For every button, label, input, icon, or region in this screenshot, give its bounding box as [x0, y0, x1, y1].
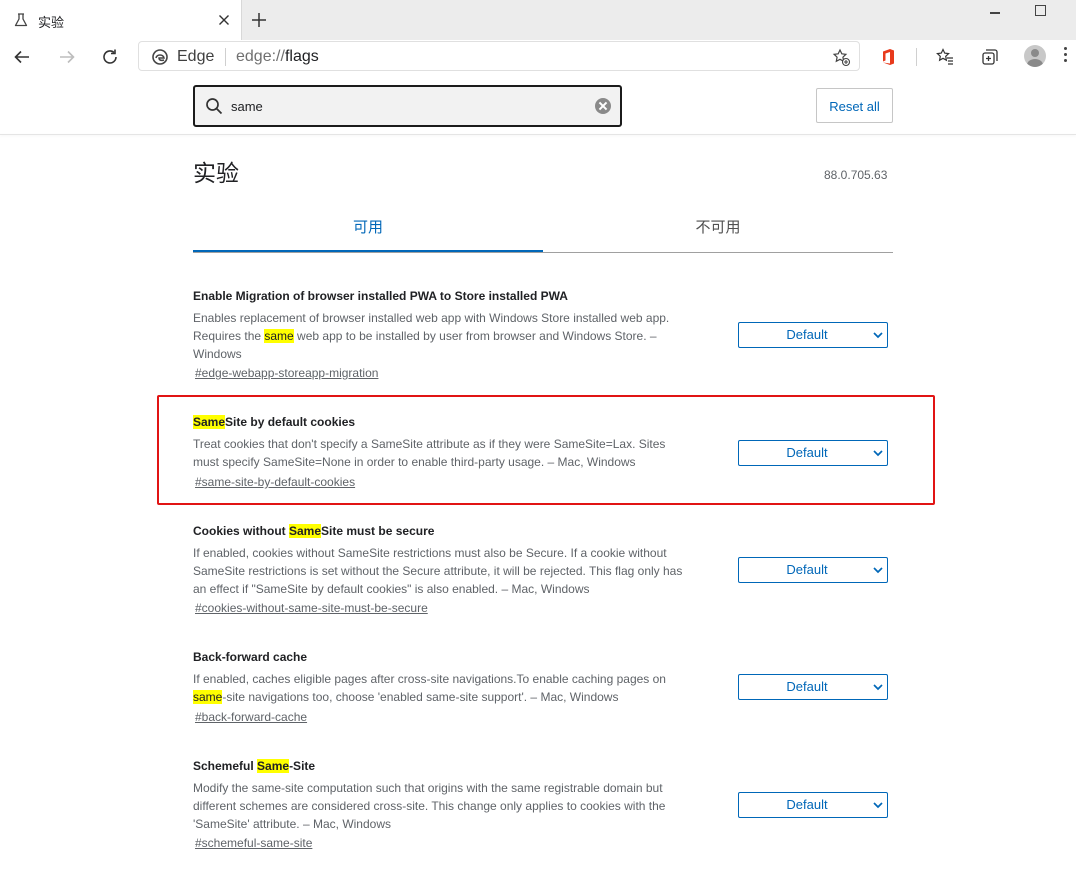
flag-description: Modify the same-site computation such th… [193, 781, 666, 831]
select-value: Default [786, 562, 828, 577]
flag-anchor-link[interactable]: #cookies-without-same-site-must-be-secur… [195, 601, 428, 615]
chevron-down-icon [873, 567, 883, 574]
address-bar[interactable]: Edge edge://flags [138, 41, 860, 71]
url-scheme: edge:// [236, 48, 285, 65]
page-title: 实验 [193, 160, 239, 186]
omnibox-separator [225, 48, 226, 66]
chevron-down-icon [873, 332, 883, 339]
flag-state-select[interactable]: Default [738, 322, 888, 348]
select-value: Default [786, 327, 828, 342]
flag-description: Enables replacement of browser installed… [193, 311, 670, 361]
reset-all-button[interactable]: Reset all [816, 88, 893, 123]
active-tab-indicator [193, 250, 543, 252]
tab-unavailable[interactable]: 不可用 [543, 210, 893, 250]
header-divider [0, 134, 1076, 135]
collections-icon[interactable] [980, 47, 1000, 67]
edge-logo-icon [152, 49, 168, 65]
flag-anchor-link[interactable]: #edge-webapp-storeapp-migration [195, 366, 378, 380]
refresh-icon[interactable] [100, 47, 120, 67]
url-text[interactable]: edge://flags [236, 48, 319, 66]
chevron-down-icon [873, 802, 883, 809]
flag-anchor-link[interactable]: #back-forward-cache [195, 710, 307, 724]
flag-title: Enable Migration of browser installed PW… [193, 289, 568, 303]
toolbar-separator [916, 48, 917, 66]
flag-state-select[interactable]: Default [738, 792, 888, 818]
flag-anchor-link[interactable]: #schemeful-same-site [195, 836, 312, 850]
window-maximize-button[interactable] [1035, 5, 1046, 16]
flag-description: If enabled, cookies without SameSite res… [193, 546, 683, 596]
forward-arrow-icon[interactable] [57, 47, 77, 67]
add-favorite-icon[interactable] [831, 47, 851, 67]
tab-strip: 实验 [0, 0, 1076, 40]
flag-state-select[interactable]: Default [738, 557, 888, 583]
search-input[interactable] [231, 95, 571, 117]
search-icon [206, 98, 223, 115]
url-path: flags [284, 48, 319, 65]
select-value: Default [786, 797, 828, 812]
tab-available[interactable]: 可用 [193, 210, 543, 250]
flag-description: If enabled, caches eligible pages after … [193, 672, 666, 704]
omnibox-edge-label: Edge [177, 48, 215, 65]
flag-title: Back-forward cache [193, 650, 308, 664]
office-icon[interactable] [878, 47, 898, 67]
tab-title: 实验 [38, 15, 65, 30]
browser-tab-flags[interactable]: 实验 [0, 0, 242, 40]
close-tab-icon[interactable] [216, 12, 232, 28]
flag-state-select[interactable]: Default [738, 674, 888, 700]
chevron-down-icon [873, 684, 883, 691]
window-minimize-button[interactable] [990, 12, 1000, 14]
clear-search-icon[interactable] [595, 98, 611, 114]
version-label: 88.0.705.63 [824, 168, 888, 182]
beaker-icon [14, 13, 28, 27]
search-flags-box[interactable] [193, 85, 622, 127]
flag-title: Schemeful Same-Site [193, 759, 316, 773]
back-arrow-icon[interactable] [12, 47, 32, 67]
select-value: Default [786, 679, 828, 694]
annotation-highlight-box [157, 395, 935, 505]
flag-title: Cookies without SameSite must be secure [193, 524, 435, 538]
more-menu-icon[interactable] [1064, 47, 1068, 65]
profile-avatar[interactable] [1024, 45, 1046, 67]
new-tab-plus-icon[interactable] [250, 11, 268, 29]
tabs-divider [193, 252, 893, 253]
favorites-list-icon[interactable] [935, 47, 955, 67]
